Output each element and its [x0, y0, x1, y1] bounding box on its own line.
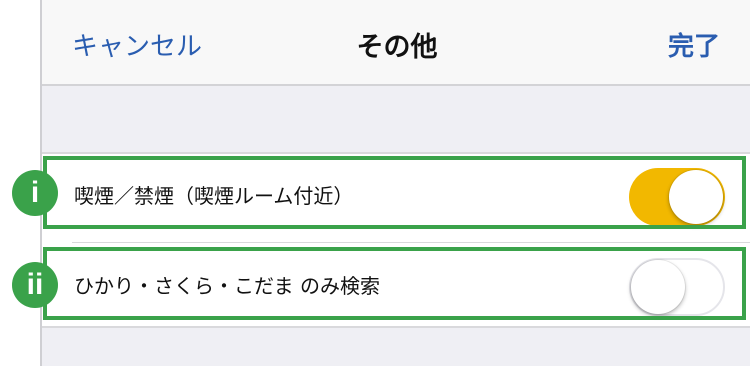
setting-label-train-filter: ひかり・さくら・こだま のみ検索 — [74, 274, 380, 298]
annotation-marker-ii: ii — [12, 262, 58, 308]
done-button[interactable]: 完了 — [668, 26, 720, 63]
annotation-marker-i: i — [12, 170, 58, 216]
setting-row-train-filter[interactable]: ひかり・さくら・こだま のみ検索 — [42, 244, 750, 330]
section-spacer — [42, 88, 750, 150]
toggle-knob — [631, 260, 685, 314]
setting-row-smoking[interactable]: 喫煙／禁煙（喫煙ルーム付近） — [42, 154, 750, 240]
settings-list: 喫煙／禁煙（喫煙ルーム付近） ひかり・さくら・こだま のみ検索 — [42, 152, 750, 328]
navigation-bar: キャンセル その他 完了 — [42, 0, 750, 86]
toggle-knob — [669, 170, 723, 224]
row-divider — [72, 242, 750, 243]
setting-label-smoking: 喫煙／禁煙（喫煙ルーム付近） — [74, 184, 354, 208]
settings-screen: キャンセル その他 完了 喫煙／禁煙（喫煙ルーム付近） ひかり・さくら・こだま … — [40, 0, 750, 366]
page-title: その他 — [356, 32, 438, 63]
smoking-toggle[interactable] — [629, 168, 725, 226]
train-filter-toggle[interactable] — [629, 258, 725, 316]
